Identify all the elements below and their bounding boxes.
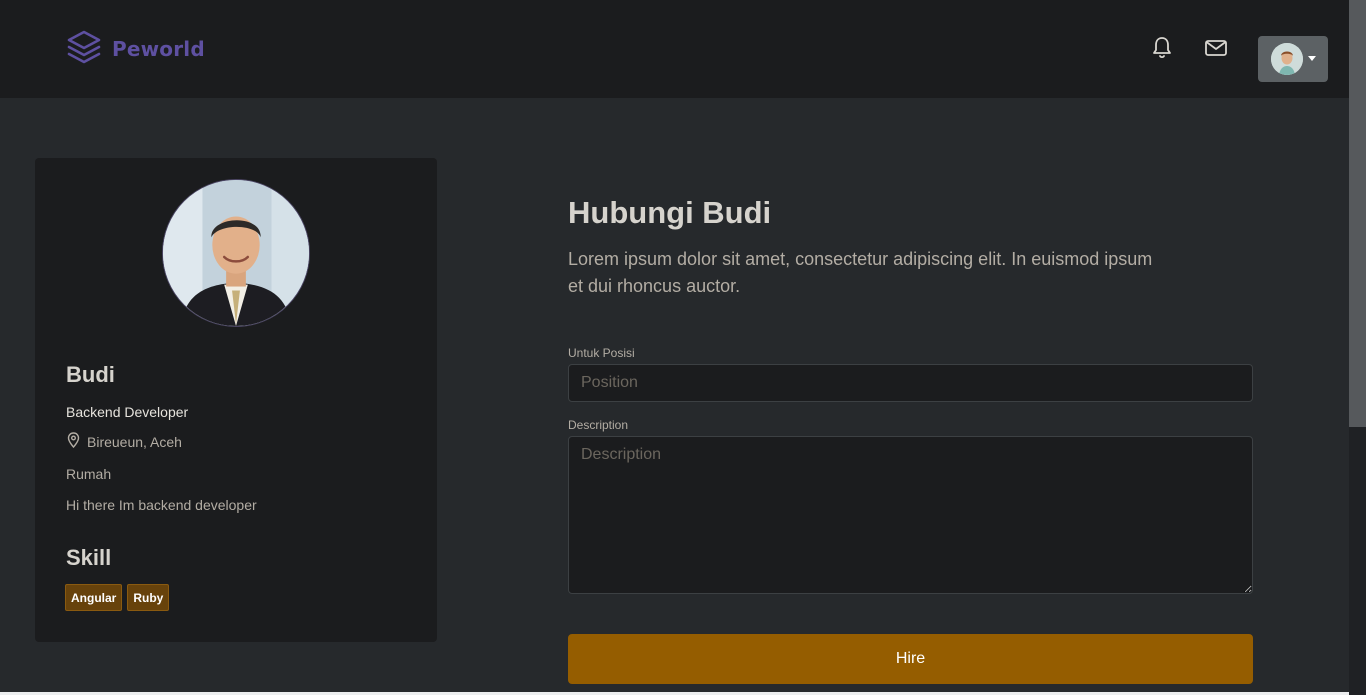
layers-icon bbox=[66, 29, 102, 70]
avatar bbox=[1271, 43, 1303, 75]
user-menu-button[interactable] bbox=[1258, 36, 1328, 82]
profile-photo bbox=[162, 179, 310, 327]
skill-heading: Skill bbox=[66, 545, 112, 570]
top-navbar: Peworld bbox=[0, 0, 1349, 98]
position-label: Untuk Posisi bbox=[568, 346, 635, 360]
profile-job: Backend Developer bbox=[66, 404, 189, 420]
skill-badge: Ruby bbox=[127, 584, 170, 611]
position-input[interactable] bbox=[568, 364, 1253, 402]
scrollbar-thumb[interactable] bbox=[1349, 0, 1366, 427]
page-title: Hubungi Budi bbox=[568, 195, 772, 230]
brand-logo[interactable]: Peworld bbox=[66, 29, 205, 70]
bell-icon[interactable] bbox=[1149, 35, 1175, 61]
brand-name: Peworld bbox=[112, 37, 205, 61]
profile-workplace: Rumah bbox=[66, 466, 112, 482]
profile-name: Budi bbox=[66, 362, 115, 387]
hire-button[interactable]: Hire bbox=[568, 634, 1253, 684]
map-pin-icon bbox=[66, 432, 81, 451]
profile-location: Bireueun, Aceh bbox=[66, 432, 182, 451]
profile-location-text: Bireueun, Aceh bbox=[87, 433, 182, 450]
description-label: Description bbox=[568, 418, 629, 432]
description-textarea[interactable] bbox=[568, 436, 1253, 594]
skill-badge: Angular bbox=[65, 584, 123, 611]
chevron-down-icon bbox=[1308, 56, 1316, 61]
mail-icon[interactable] bbox=[1203, 35, 1229, 61]
scrollbar[interactable] bbox=[1349, 0, 1366, 695]
profile-card: Budi Backend Developer Bireueun, Aceh Ru… bbox=[35, 158, 437, 642]
page-description: Lorem ipsum dolor sit amet, consectetur … bbox=[568, 249, 1153, 296]
profile-bio: Hi there Im backend developer bbox=[66, 497, 257, 513]
skill-list: Angular Ruby bbox=[65, 584, 170, 611]
